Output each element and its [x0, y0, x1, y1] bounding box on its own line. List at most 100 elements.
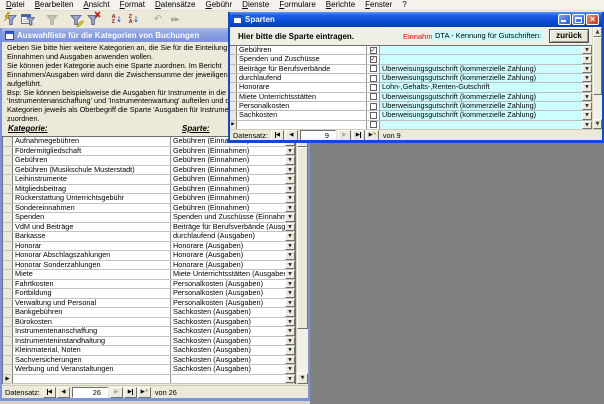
dropdown-arrow-icon[interactable]: ▼	[285, 280, 295, 289]
dropdown-arrow-icon[interactable]: ▼	[582, 111, 592, 119]
filter-by-form-icon[interactable]	[20, 12, 36, 27]
dropdown-arrow-icon[interactable]: ▼	[285, 308, 295, 317]
maximize-button[interactable]	[572, 14, 585, 25]
record-selector[interactable]	[3, 185, 13, 194]
sparte-cell[interactable]: Sachkosten (Ausgaben)▼	[171, 365, 295, 374]
dropdown-arrow-icon[interactable]: ▼	[582, 65, 592, 73]
new-record-button[interactable]: ▶*	[366, 130, 379, 141]
sparte-cell[interactable]: Personalkosten (Ausgaben)▼	[171, 299, 295, 308]
dropdown-arrow-icon[interactable]: ▼	[285, 318, 295, 327]
sparte-name-cell[interactable]: Gebühren	[237, 46, 367, 54]
kategorie-cell[interactable]: Barkasse	[13, 232, 171, 241]
kategorie-cell[interactable]: Aufnahmegebühren	[13, 137, 171, 146]
einnahmen-checkbox[interactable]	[370, 65, 377, 72]
menu-item-bearbeiten[interactable]: Bearbeiten	[30, 0, 79, 10]
scroll-down-icon[interactable]: ▼	[593, 119, 602, 129]
dropdown-arrow-icon[interactable]: ▼	[285, 175, 295, 184]
kategorie-cell[interactable]: Fortbildung	[13, 289, 171, 298]
sparte-cell[interactable]: Sachkosten (Ausgaben)▼	[171, 327, 295, 336]
kategorie-cell[interactable]: Fahrtkosten	[13, 280, 171, 289]
dropdown-arrow-icon[interactable]: ▼	[285, 375, 295, 384]
dropdown-arrow-icon[interactable]: ▼	[582, 93, 592, 101]
dropdown-arrow-icon[interactable]: ▼	[285, 261, 295, 270]
einnahmen-checkbox[interactable]	[370, 103, 377, 110]
dropdown-arrow-icon[interactable]: ▼	[285, 327, 295, 336]
kategorie-cell[interactable]: Mitgliedsbeitrag	[13, 185, 171, 194]
menu-item-berichte[interactable]: Berichte	[321, 0, 360, 10]
dropdown-arrow-icon[interactable]: ▼	[285, 251, 295, 260]
kategorie-cell[interactable]: Kleinmaterial, Noten	[13, 346, 171, 355]
record-selector[interactable]	[3, 204, 13, 213]
record-selector[interactable]	[230, 74, 237, 82]
record-number-input[interactable]	[72, 387, 108, 398]
record-selector[interactable]	[3, 147, 13, 156]
sparte-cell[interactable]: Gebühren (Einnahmen)▼	[171, 194, 295, 203]
scroll-thumb[interactable]	[297, 147, 308, 329]
kategorie-cell[interactable]: Sachversicherungen	[13, 356, 171, 365]
kategorie-cell[interactable]: Bürokosten	[13, 318, 171, 327]
main-scrollbar[interactable]: ▲ ▼	[296, 136, 308, 384]
sparte-cell[interactable]: Gebühren (Einnahmen)▼	[171, 185, 295, 194]
einnahmen-checkbox[interactable]	[370, 84, 377, 91]
record-selector[interactable]	[3, 166, 13, 175]
sparte-cell[interactable]: Gebühren (Einnahmen)▼	[171, 147, 295, 156]
filter-by-selection-icon[interactable]	[68, 12, 84, 27]
dropdown-arrow-icon[interactable]: ▼	[285, 223, 295, 232]
kategorie-cell[interactable]: Instrumentenanschaffung	[13, 327, 171, 336]
dropdown-arrow-icon[interactable]: ▼	[582, 74, 592, 82]
next-record-button[interactable]: ▶	[110, 387, 123, 398]
new-record-button[interactable]: ▶*	[138, 387, 151, 398]
record-selector[interactable]	[3, 289, 13, 298]
sparte-name-cell[interactable]: Beiträge für Berufsverbände	[237, 65, 367, 73]
remove-filter-icon[interactable]	[85, 12, 101, 27]
record-selector[interactable]	[230, 46, 237, 54]
dropdown-arrow-icon[interactable]: ▼	[285, 337, 295, 346]
dropdown-arrow-icon[interactable]: ▼	[285, 156, 295, 165]
dropdown-arrow-icon[interactable]: ▼	[285, 299, 295, 308]
sparte-cell[interactable]: Miete Unterrichtsstätten (Ausgaben)▼	[171, 270, 295, 279]
record-selector[interactable]	[3, 318, 13, 327]
sparten-titlebar[interactable]: Sparten	[230, 12, 602, 27]
record-selector[interactable]	[230, 102, 237, 110]
dropdown-arrow-icon[interactable]: ▼	[285, 204, 295, 213]
menu-item-gebhr[interactable]: Gebühr	[200, 0, 237, 10]
sparte-cell[interactable]: Honorare (Ausgaben)▼	[171, 251, 295, 260]
menu-item-fenster[interactable]: Fenster	[360, 0, 397, 10]
record-selector[interactable]	[230, 111, 237, 119]
record-selector[interactable]	[3, 280, 13, 289]
record-selector[interactable]	[3, 356, 13, 365]
kategorie-cell[interactable]: Rückerstattung Unterrichtsgebühr	[13, 194, 171, 203]
kategorie-cell[interactable]: Leihinstrumente	[13, 175, 171, 184]
record-selector[interactable]	[230, 83, 237, 91]
dropdown-arrow-icon[interactable]: ▼	[285, 166, 295, 175]
sparte-name-cell[interactable]	[237, 121, 367, 129]
kategorie-cell[interactable]: Spenden	[13, 213, 171, 222]
einnahmen-checkbox[interactable]	[370, 121, 377, 128]
menu-item-dienste[interactable]: Dienste	[237, 0, 274, 10]
scroll-down-icon[interactable]: ▼	[297, 373, 308, 384]
einnahmen-checkbox[interactable]	[370, 112, 377, 119]
dta-cell[interactable]: Überweisungsgutschrift (kommerzielle Zah…	[380, 102, 592, 110]
sparte-cell[interactable]: Sachkosten (Ausgaben)▼	[171, 318, 295, 327]
record-selector[interactable]	[3, 242, 13, 251]
dta-cell[interactable]: ▼	[380, 121, 592, 129]
kategorie-cell[interactable]	[13, 375, 171, 384]
sparte-cell[interactable]: Gebühren (Einnahmen)▼	[171, 166, 295, 175]
last-record-button[interactable]: ▶	[124, 387, 137, 398]
record-selector[interactable]	[230, 65, 237, 73]
record-selector[interactable]	[3, 232, 13, 241]
filter-exclude-selection-icon[interactable]	[3, 12, 19, 27]
first-record-button[interactable]: ◀	[271, 130, 284, 141]
record-selector[interactable]	[3, 194, 13, 203]
dta-cell[interactable]: ▼	[380, 46, 592, 54]
sparte-name-cell[interactable]: Honorare	[237, 83, 367, 91]
record-selector[interactable]	[3, 261, 13, 270]
record-selector[interactable]	[3, 299, 13, 308]
einnahmen-checkbox[interactable]	[370, 75, 377, 82]
sort-ascending-icon[interactable]: AZ↓	[109, 12, 125, 27]
dropdown-arrow-icon[interactable]: ▼	[285, 185, 295, 194]
sparte-cell[interactable]: Sachkosten (Ausgaben)▼	[171, 356, 295, 365]
dta-cell[interactable]: Überweisungsgutschrift (kommerzielle Zah…	[380, 111, 592, 119]
kategorie-cell[interactable]: Honorar Sonderzahlungen	[13, 261, 171, 270]
dropdown-arrow-icon[interactable]: ▼	[285, 346, 295, 355]
